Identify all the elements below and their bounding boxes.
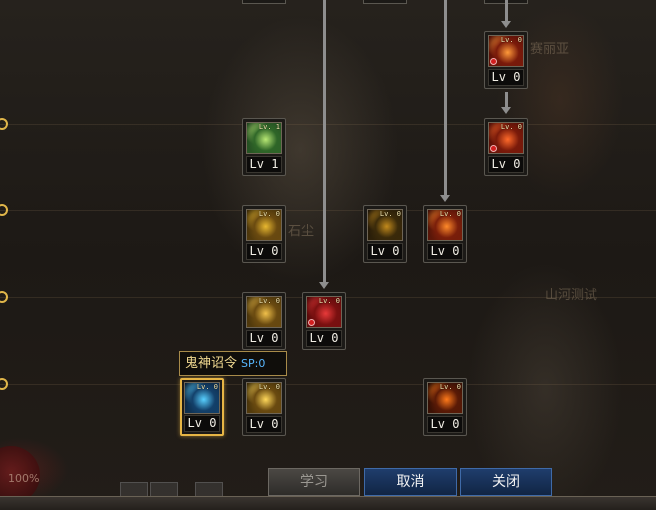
skill-slot-selected[interactable]: Lv. 0 Lv 0 [180,378,224,436]
tier-divider [0,384,656,385]
skill-slot[interactable]: Lv. 0 Lv 0 [423,205,467,263]
skill-icon: Lv. 0 [246,382,282,414]
top-slot-edge [242,0,286,4]
prerequisite-arrow [440,195,450,202]
warning-icon [490,145,497,152]
learn-button[interactable]: 学习 [268,468,360,496]
skill-slot[interactable]: Lv. 0 Lv 0 [242,378,286,436]
skill-slot[interactable]: Lv. 0 Lv 0 [484,31,528,89]
skill-level-label: Lv 0 [246,416,282,433]
skill-level-label: Lv 0 [246,330,282,347]
skill-icon: Lv. 0 [488,122,524,154]
bottom-bar [0,496,656,510]
warning-icon [308,319,315,326]
skill-level-label: Lv 0 [246,243,282,260]
close-button[interactable]: 关闭 [460,468,552,496]
skill-slot[interactable]: Lv. 0 Lv 0 [363,205,407,263]
prerequisite-line [505,92,508,107]
skill-icon: Lv. 0 [367,209,403,241]
prerequisite-line [505,0,508,21]
skill-slot[interactable]: Lv. 1 Lv 1 [242,118,286,176]
skill-level-label: Lv 0 [488,156,524,173]
scene-background [0,0,656,509]
skill-level-label: Lv 0 [306,330,342,347]
top-slot-edge [363,0,407,4]
skill-level-label: Lv 0 [427,243,463,260]
skill-level-label: Lv 0 [367,243,403,260]
prerequisite-arrow [501,107,511,114]
skill-level-label: Lv 0 [184,415,220,432]
skill-icon: Lv. 0 [184,382,220,414]
skill-slot[interactable]: Lv. 0 Lv 0 [302,292,346,350]
skill-icon: Lv. 1 [246,122,282,154]
skill-slot[interactable]: Lv. 0 Lv 0 [484,118,528,176]
prerequisite-line [323,0,326,282]
skill-icon: Lv. 0 [246,296,282,328]
skill-sp-cost: SP:0 [241,357,266,370]
skill-level-label: Lv 0 [488,69,524,86]
npc-name-text: 赛丽亚 [530,42,570,57]
cancel-button[interactable]: 取消 [364,468,457,496]
skill-icon: Lv. 0 [488,35,524,67]
prerequisite-line [444,0,447,195]
skill-icon: Lv. 0 [246,209,282,241]
prerequisite-arrow [319,282,329,289]
npc-name-text: 石尘 [288,224,315,239]
skill-icon: Lv. 0 [427,209,463,241]
warning-icon [490,58,497,65]
hp-percent: 100% [8,472,40,485]
skill-slot[interactable]: Lv. 0 Lv 0 [242,205,286,263]
skill-level-label: Lv 1 [246,156,282,173]
tier-divider [0,210,656,211]
skill-tooltip: 鬼神诏令 SP:0 [179,351,287,376]
tier-divider [0,124,656,125]
skill-icon: Lv. 0 [427,382,463,414]
skill-name: 鬼神诏令 [185,356,238,371]
skill-slot[interactable]: Lv. 0 Lv 0 [242,292,286,350]
skill-icon: Lv. 0 [306,296,342,328]
skill-slot[interactable]: Lv. 0 Lv 0 [423,378,467,436]
player-name-text: 山河测试 [545,288,598,303]
skill-level-label: Lv 0 [427,416,463,433]
prerequisite-arrow [501,21,511,28]
